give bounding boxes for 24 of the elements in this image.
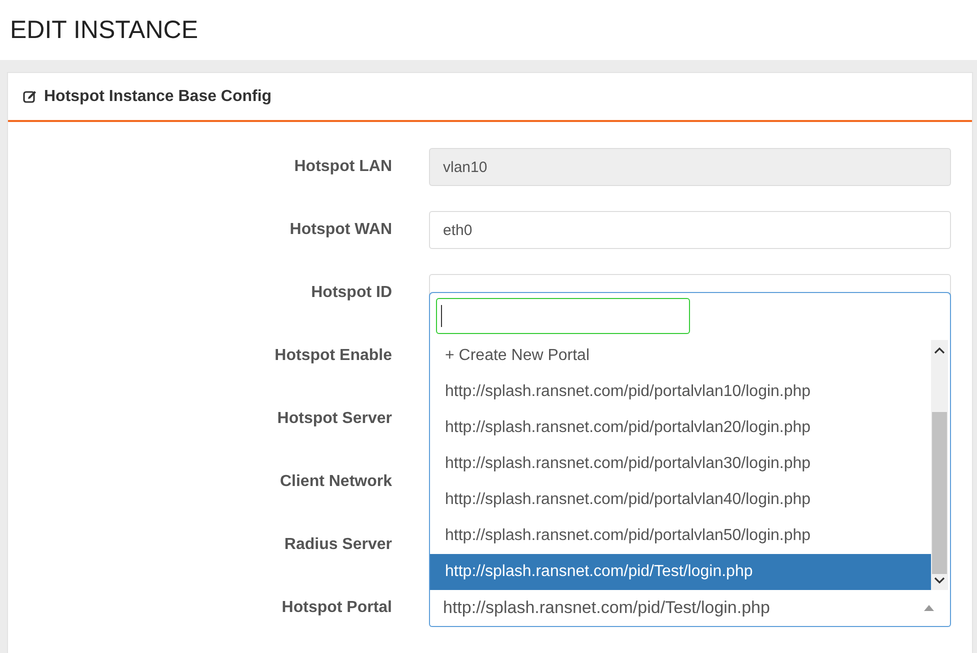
dropdown-option[interactable]: http://splash.ransnet.com/pid/portalvlan50/login.php — [430, 518, 931, 554]
page-title: EDIT INSTANCE — [10, 16, 198, 44]
input-field: vlan10 — [429, 148, 951, 186]
edit-icon — [23, 90, 37, 104]
search-field[interactable] — [436, 298, 690, 334]
dropdown-option[interactable]: http://splash.ransnet.com/pid/Test/login.php — [430, 554, 931, 590]
input-field[interactable]: eth0 — [429, 211, 951, 249]
field-label: Radius Server — [283, 536, 392, 554]
field-label: Hotspot Portal — [280, 599, 392, 617]
field-label: Client Network — [278, 473, 392, 491]
select-field[interactable]: http://splash.ransnet.com/pid/Test/login.php — [429, 589, 951, 627]
dropdown-option[interactable]: http://splash.ransnet.com/pid/portalvlan30/login.php — [430, 446, 931, 482]
field-label: Hotspot WAN — [288, 221, 392, 239]
scrollbar[interactable] — [931, 340, 948, 590]
dropdown-option[interactable]: http://splash.ransnet.com/pid/portalvlan40/login.php — [430, 482, 931, 518]
caret-icon — [924, 605, 934, 611]
dropdown-option[interactable]: + Create New Portal — [430, 338, 931, 374]
field-label: Hotspot LAN — [293, 158, 392, 176]
field-label: Hotspot Enable — [274, 347, 392, 365]
field-label: Hotspot ID — [310, 284, 392, 302]
dropdown-option[interactable]: http://splash.ransnet.com/pid/portalvlan10/login.php — [430, 374, 931, 410]
dropdown-option[interactable]: http://splash.ransnet.com/pid/portalvlan20/login.php — [430, 410, 931, 446]
field-label: Hotspot Server — [276, 410, 392, 428]
panel-title: Hotspot Instance Base Config — [44, 88, 272, 106]
